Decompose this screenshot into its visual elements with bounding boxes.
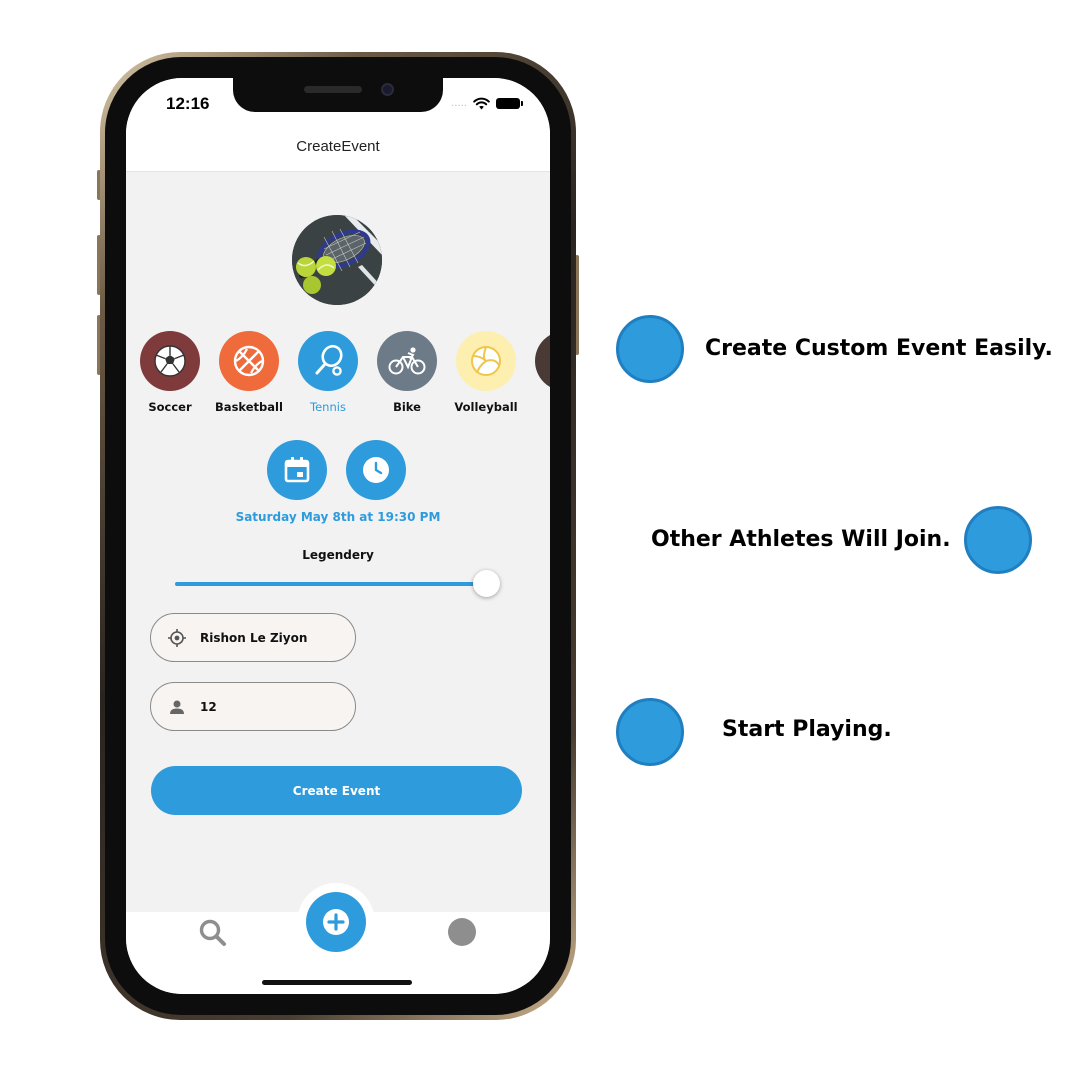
time-picker-button[interactable] (346, 440, 406, 500)
event-image[interactable] (292, 215, 382, 305)
profile-icon[interactable] (448, 918, 476, 946)
selected-date-time: Saturday May 8th at 19:30 PM (235, 510, 441, 524)
tennis-racket-icon (315, 344, 343, 376)
sport-circle (298, 331, 358, 391)
sport-selector: Soccer Basketball Tennis Bike Volleyball (140, 331, 550, 421)
speaker-grill (304, 86, 362, 93)
feature-bullet (964, 506, 1032, 574)
players-field[interactable]: 12 (150, 682, 356, 731)
soccer-ball-icon (154, 345, 186, 377)
location-target-icon (166, 627, 188, 649)
phone-notch (233, 78, 443, 112)
bicycle-icon (388, 347, 426, 375)
volleyball-icon (471, 346, 501, 376)
location-field[interactable]: Rishon Le Ziyon (150, 613, 356, 662)
sport-item-more[interactable]: P (535, 331, 550, 414)
phone-bezel: 12:16 ..... CreateEvent Soccer Basketbal… (105, 57, 571, 1015)
sport-label: P (515, 400, 550, 414)
home-indicator (262, 980, 412, 985)
search-icon[interactable] (198, 918, 228, 948)
phone-frame: 12:16 ..... CreateEvent Soccer Basketbal… (100, 52, 576, 1020)
front-camera (381, 83, 394, 96)
basketball-icon (233, 345, 265, 377)
location-value: Rishon Le Ziyon (200, 630, 308, 645)
sport-item-bike[interactable]: Bike (377, 331, 437, 414)
sport-item-basketball[interactable]: Basketball (215, 331, 283, 414)
feature-text: Start Playing. (722, 717, 892, 742)
battery-icon (496, 98, 523, 109)
feature-bullet (616, 698, 684, 766)
add-event-button[interactable] (306, 892, 366, 952)
players-value: 12 (200, 699, 217, 714)
level-slider-thumb[interactable] (473, 570, 500, 597)
calendar-icon (284, 457, 310, 483)
level-slider-track[interactable] (175, 582, 487, 586)
sport-circle (456, 331, 516, 391)
feature-text: Create Custom Event Easily. (705, 336, 1053, 361)
sport-item-tennis[interactable]: Tennis (298, 331, 358, 414)
status-time: 12:16 (166, 94, 210, 113)
sport-circle (140, 331, 200, 391)
person-icon (166, 696, 188, 718)
tennis-photo-icon (292, 215, 382, 305)
status-icons: ..... (451, 97, 523, 110)
sport-circle (219, 331, 279, 391)
add-icon (323, 909, 349, 935)
sport-circle (377, 331, 437, 391)
date-picker-button[interactable] (267, 440, 327, 500)
create-event-button[interactable]: Create Event (151, 766, 522, 815)
sport-item-volleyball[interactable]: Volleyball (454, 331, 518, 414)
sport-item-soccer[interactable]: Soccer (140, 331, 200, 414)
page-title: CreateEvent (296, 138, 380, 155)
sport-circle (535, 331, 550, 391)
clock-icon (363, 457, 389, 483)
wifi-icon (473, 97, 490, 110)
level-label: Legendery (302, 548, 374, 562)
feature-text: Other Athletes Will Join. (651, 527, 951, 552)
signal-icon: ..... (451, 98, 467, 109)
feature-bullet (616, 315, 684, 383)
app-screen: 12:16 ..... CreateEvent Soccer Basketbal… (126, 78, 550, 994)
